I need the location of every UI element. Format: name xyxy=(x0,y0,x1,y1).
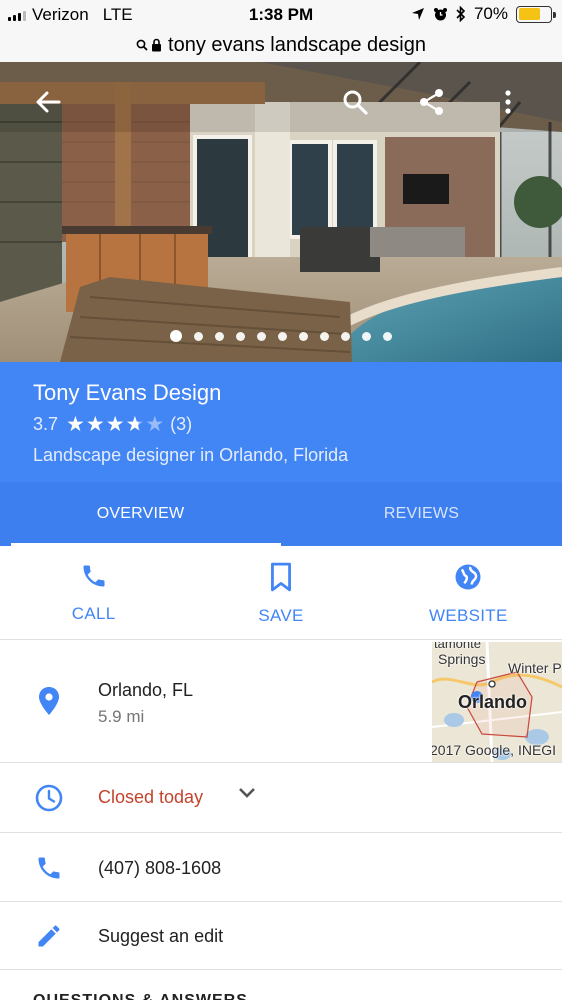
photo-dot[interactable] xyxy=(362,331,371,341)
map-label-winter: Winter P xyxy=(508,660,562,676)
photo-dot[interactable] xyxy=(236,331,245,341)
photo-dot[interactable] xyxy=(278,331,287,341)
search-icon xyxy=(136,39,148,51)
call-label: CALL xyxy=(71,604,116,623)
photo-dot[interactable] xyxy=(194,331,203,341)
chevron-down-icon[interactable] xyxy=(238,787,256,799)
patio-photo xyxy=(0,62,562,362)
website-button[interactable]: WEBSITE xyxy=(375,546,562,639)
battery-percent: 70% xyxy=(473,4,508,23)
pencil-icon xyxy=(34,921,64,951)
address-line: Orlando, FL xyxy=(98,680,194,700)
place-category: Landscape designer in Orlando, Florida xyxy=(33,445,349,465)
more-options-button[interactable] xyxy=(490,84,526,120)
clock-icon xyxy=(34,783,64,813)
save-button[interactable]: SAVE xyxy=(187,546,374,639)
photo-dot[interactable] xyxy=(320,331,329,341)
url-query: tony evans landscape design xyxy=(168,33,426,56)
review-count: (3) xyxy=(170,414,193,434)
phone-icon xyxy=(83,565,105,587)
rating-row[interactable]: 3.7 ★ ★ ★ ★ ★ (3) xyxy=(33,414,562,435)
hours-status: Closed today xyxy=(98,787,204,807)
url-bar[interactable]: tony evans landscape design xyxy=(0,28,562,62)
questions-answers-heading: QUESTIONS & ANSWERS xyxy=(33,992,248,1000)
map-label-top: tamonte xyxy=(434,642,481,651)
location-pin-icon xyxy=(34,686,64,716)
alarm-icon xyxy=(433,7,447,20)
photo-dot[interactable] xyxy=(341,331,350,341)
place-name: Tony Evans Design xyxy=(33,380,222,405)
status-right: 70% xyxy=(411,4,556,24)
status-bar: Verizon LTE 1:38 PM 70% xyxy=(0,0,562,28)
photo-dot[interactable] xyxy=(383,331,392,341)
search-icon xyxy=(343,90,368,115)
rating-value: 3.7 xyxy=(33,414,59,434)
phone-row[interactable]: (407) 808-1608 xyxy=(0,833,562,902)
photo-pager[interactable] xyxy=(0,330,562,342)
phone-number: (407) 808-1608 xyxy=(98,858,222,878)
call-button[interactable]: CALL xyxy=(0,546,187,639)
action-buttons: CALL SAVE WEBSITE xyxy=(0,546,562,640)
back-button[interactable] xyxy=(30,84,66,120)
location-arrow-icon xyxy=(411,8,424,20)
place-photo[interactable] xyxy=(0,62,562,362)
more-vert-icon xyxy=(505,90,511,114)
suggest-edit-label: Suggest an edit xyxy=(98,926,224,946)
star-icon: ★ xyxy=(66,413,85,436)
star-rating: ★ ★ ★ ★ ★ xyxy=(66,414,164,435)
lock-icon xyxy=(152,38,162,52)
tab-reviews[interactable]: REVIEWS xyxy=(281,482,562,546)
battery-icon xyxy=(516,5,556,23)
photo-dot[interactable] xyxy=(299,331,308,341)
map-thumbnail[interactable]: tamonte Springs Winter P Orlando 2017 Go… xyxy=(432,642,562,762)
star-icon: ★ xyxy=(125,413,145,436)
globe-icon xyxy=(455,564,481,590)
map-label-springs: Springs xyxy=(438,651,486,667)
address-row[interactable]: Orlando, FL 5.9 mi tamonte Springs Winte… xyxy=(0,640,562,763)
bookmark-icon xyxy=(271,562,291,592)
photo-dot[interactable] xyxy=(215,331,224,341)
star-icon: ★ xyxy=(145,413,165,436)
place-header: Tony Evans Design 3.7 ★ ★ ★ ★ ★ (3) Landscap… xyxy=(0,362,562,482)
hours-row[interactable]: Closed today xyxy=(0,763,562,833)
phone-icon xyxy=(34,853,64,883)
tab-overview[interactable]: OVERVIEW xyxy=(0,482,281,546)
website-label: WEBSITE xyxy=(429,606,508,625)
map-attribution: 2017 Google, INEGI xyxy=(432,742,557,758)
share-button[interactable] xyxy=(414,84,450,120)
photo-dot[interactable] xyxy=(257,331,266,341)
star-icon: ★ xyxy=(105,413,125,436)
map-label-city: Orlando xyxy=(458,692,528,712)
back-arrow-icon xyxy=(36,91,61,113)
distance-label: 5.9 mi xyxy=(98,707,145,726)
save-label: SAVE xyxy=(258,606,304,625)
bluetooth-icon xyxy=(456,6,466,22)
suggest-edit-row[interactable]: Suggest an edit xyxy=(0,902,562,970)
url-icons xyxy=(136,38,162,52)
star-icon: ★ xyxy=(85,413,105,436)
tab-bar: OVERVIEW REVIEWS xyxy=(0,482,562,546)
share-icon xyxy=(420,89,443,115)
search-button[interactable] xyxy=(337,84,373,120)
photo-dot[interactable] xyxy=(170,330,182,342)
